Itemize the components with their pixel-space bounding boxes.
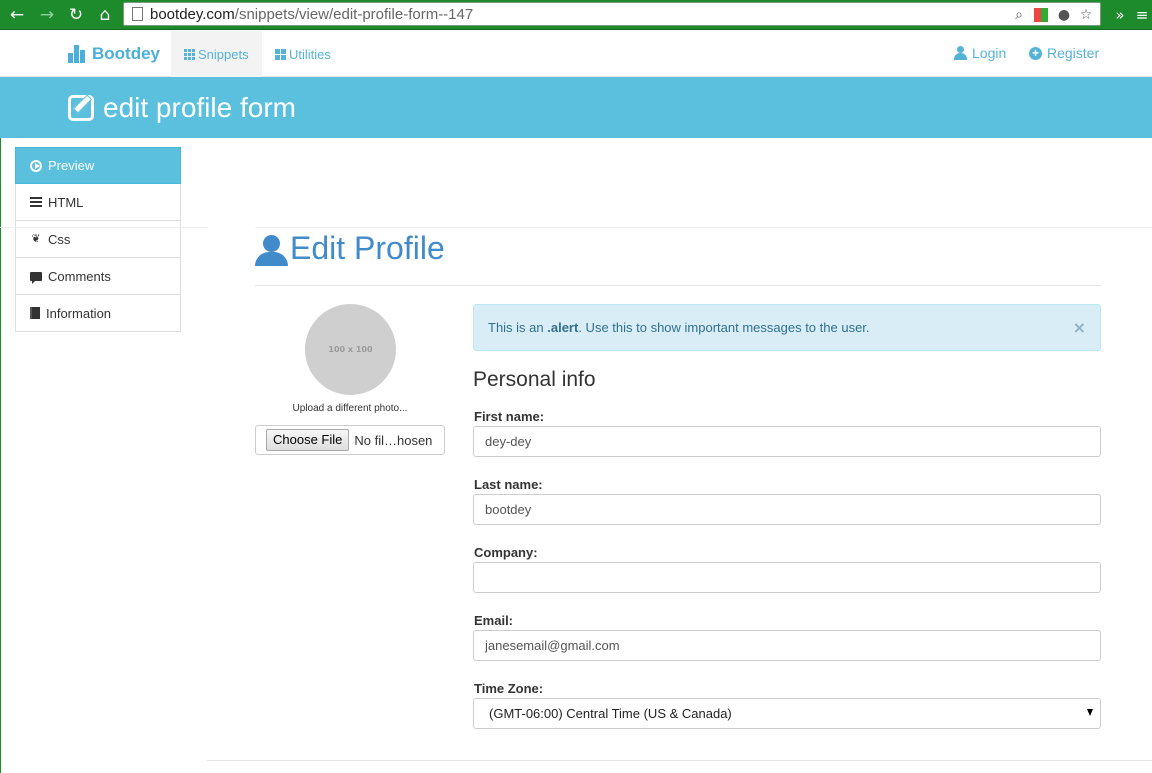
company-label: Company: (474, 545, 538, 560)
timezone-select[interactable]: (GMT-06:00) Central Time (US & Canada) (473, 698, 1101, 729)
reload-icon[interactable]: ↻ (65, 4, 87, 26)
divider (0, 227, 208, 228)
login-label: Login (972, 45, 1007, 61)
info-alert: This is an .alert. Use this to show impo… (473, 304, 1101, 351)
edit-icon (68, 95, 94, 121)
buildings-icon (68, 45, 88, 63)
company-input[interactable] (473, 562, 1101, 593)
sidebar-item-label: Information (46, 305, 112, 321)
last-name-label: Last name: (474, 477, 543, 492)
page-icon (132, 7, 143, 21)
heading-text: Edit Profile (290, 230, 445, 266)
browser-toolbar: ← → ↻ ⌂ bootdey.com/snippets/view/edit-p… (0, 0, 1152, 30)
avatar: 100 x 100 (305, 304, 396, 395)
section-title: Personal info (473, 368, 596, 391)
bookmark-star-icon[interactable]: ☆ (1077, 6, 1095, 24)
book-icon (30, 307, 40, 319)
site-navbar: Bootdey Snippets Utilities Login + Regis… (0, 31, 1152, 77)
sidebar-item-html[interactable]: HTML (15, 184, 181, 221)
divider (255, 285, 1101, 286)
timezone-label: Time Zone: (474, 681, 544, 696)
file-input[interactable]: Choose File No fil…hosen (255, 425, 445, 455)
brand-name: Bootdey (92, 44, 160, 63)
window-border (0, 31, 1, 773)
page-title-text: edit profile form (103, 92, 296, 123)
user-icon (954, 46, 967, 60)
register-label: Register (1047, 45, 1100, 61)
sidebar-item-preview[interactable]: Preview (15, 147, 181, 184)
email-input[interactable]: janesemail@gmail.com (473, 630, 1101, 661)
sidebar-item-label: Css (48, 231, 71, 247)
bulb-icon[interactable]: ● (1055, 6, 1073, 24)
login-link[interactable]: Login (954, 45, 1006, 61)
snippet-sidebar: Preview HTML ❦ Css Comments Information (15, 147, 181, 332)
sidebar-item-label: Comments (48, 268, 111, 284)
leaf-icon: ❦ (31, 232, 41, 245)
plus-circle-icon: + (1029, 46, 1042, 60)
forward-icon[interactable]: → (36, 4, 58, 26)
upload-caption: Upload a different photo... (292, 403, 408, 414)
close-icon[interactable]: × (1073, 318, 1086, 337)
choose-file-button[interactable]: Choose File (266, 429, 350, 451)
register-link[interactable]: + Register (1029, 45, 1099, 61)
zoom-icon[interactable]: ⌕ (1010, 6, 1028, 24)
nav-tab-label: Snippets (198, 46, 249, 62)
address-bar[interactable]: bootdey.com/snippets/view/edit-profile-f… (123, 2, 1101, 26)
nav-tab-utilities[interactable]: Utilities (262, 31, 344, 77)
file-status: No fil…hosen (354, 432, 433, 448)
extensions-overflow-icon[interactable]: » (1110, 5, 1130, 25)
divider (255, 227, 1152, 228)
sidebar-item-comments[interactable]: Comments (15, 258, 181, 295)
page-title: edit profile form (68, 92, 296, 124)
brand-logo[interactable]: Bootdey (68, 44, 160, 64)
url-text: bootdey.com/snippets/view/edit-profile-f… (150, 6, 474, 23)
page-header-band: edit profile form (0, 77, 1152, 138)
nav-tab-label: Utilities (289, 46, 331, 62)
user-icon (255, 235, 288, 267)
back-icon[interactable]: ← (6, 4, 28, 26)
squares-icon (275, 48, 286, 60)
extension-icon[interactable] (1034, 8, 1048, 22)
sidebar-item-information[interactable]: Information (15, 295, 181, 332)
timezone-value: (GMT-06:00) Central Time (US & Canada) (489, 706, 732, 721)
last-name-input[interactable]: bootdey (473, 494, 1101, 525)
list-icon (30, 197, 42, 207)
edit-profile-heading: Edit Profile (255, 230, 445, 267)
first-name-input[interactable]: dey-dey (473, 426, 1101, 457)
sidebar-item-label: Preview (48, 158, 95, 173)
caret-down-icon (1087, 709, 1093, 716)
menu-icon[interactable]: ≡ (1132, 5, 1152, 25)
nav-tab-snippets[interactable]: Snippets (171, 31, 262, 77)
first-name-label: First name: (474, 409, 545, 424)
play-circle-icon (30, 159, 42, 172)
grid-icon (184, 48, 195, 60)
home-icon[interactable]: ⌂ (94, 4, 116, 26)
alert-text: This is an .alert. Use this to show impo… (488, 320, 870, 335)
divider (207, 760, 1152, 761)
sidebar-item-label: HTML (48, 194, 84, 210)
comment-icon (30, 271, 42, 284)
email-label: Email: (474, 613, 514, 628)
